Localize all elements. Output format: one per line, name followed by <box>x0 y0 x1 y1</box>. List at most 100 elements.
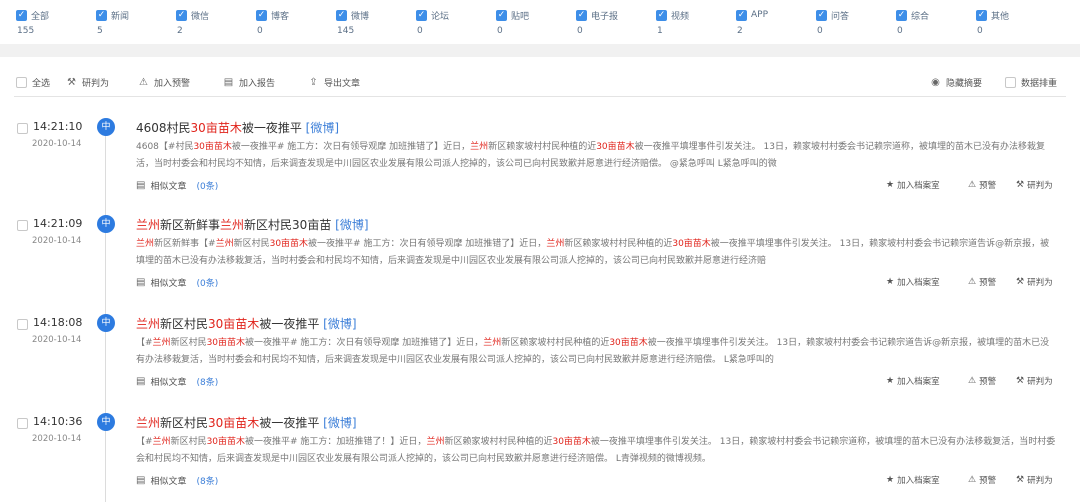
filter-e-paper[interactable]: ✓ 电子报 0 <box>576 8 654 40</box>
filter-label: 博客 <box>271 11 290 22</box>
hammer-icon: ⚒ <box>1016 376 1025 386</box>
summary-keyword: 兰州 <box>152 338 171 348</box>
warning-button[interactable]: ⚠ 预警 <box>968 474 996 486</box>
filter-weibo[interactable]: ✓ 微博 145 <box>336 8 414 40</box>
title-keyword: 30亩苗木 <box>208 416 260 430</box>
article-date: 2020-10-14 <box>32 335 82 345</box>
checked-icon[interactable]: ✓ <box>16 9 27 21</box>
add-archive-button[interactable]: ★ 加入档案室 <box>886 276 940 288</box>
add-archive-button[interactable]: ★ 加入档案室 <box>886 375 940 387</box>
filter-count: 2 <box>177 26 183 36</box>
filter-forum[interactable]: ✓ 论坛 0 <box>416 8 494 40</box>
filter-count: 145 <box>337 26 355 36</box>
similar-count: (8条) <box>196 378 219 388</box>
add-warning-button[interactable]: ⚠ 加入预警 <box>138 76 190 89</box>
judge-entry-label: 研判为 <box>1027 278 1053 288</box>
article-checkbox[interactable] <box>17 418 28 429</box>
summary-part: 【# <box>136 338 153 348</box>
similar-label: 相似文章 <box>150 378 187 388</box>
checked-icon[interactable]: ✓ <box>416 9 427 21</box>
summary-keyword: 30亩苗木 <box>672 239 711 249</box>
summary-part: 新区赖家坡村村民种植的近 <box>488 142 597 152</box>
warning-button[interactable]: ⚠ 预警 <box>968 276 996 288</box>
checked-icon[interactable]: ✓ <box>96 9 107 21</box>
article-time: 14:10:36 <box>33 415 83 428</box>
filter-label: 微信 <box>191 11 210 22</box>
title-keyword: 兰州 <box>220 218 245 232</box>
filter-count: 0 <box>977 26 983 36</box>
article-actions: ★ 加入档案室 ⚠ 预警 ⚒ 研判为 <box>886 276 1066 290</box>
add-archive-button[interactable]: ★ 加入档案室 <box>886 179 940 191</box>
similar-articles-link[interactable]: ▤ 相似文章 (0条) <box>136 179 218 192</box>
similar-articles-link[interactable]: ▤ 相似文章 (8条) <box>136 474 218 487</box>
judge-entry-button[interactable]: ⚒ 研判为 <box>1016 375 1053 387</box>
star-icon: ★ <box>886 277 895 287</box>
filter-other[interactable]: ✓ 其他 0 <box>976 8 1054 40</box>
filter-qa[interactable]: ✓ 问答 0 <box>816 8 894 40</box>
warning-button[interactable]: ⚠ 预警 <box>968 375 996 387</box>
select-all-checkbox[interactable] <box>16 77 27 88</box>
article-title[interactable]: 4608村民30亩苗木被一夜推平 [微博] <box>136 119 339 136</box>
checked-icon[interactable]: ✓ <box>736 9 747 21</box>
checked-icon[interactable]: ✓ <box>576 9 587 21</box>
hide-summary-toggle[interactable]: ◉ 隐藏摘要 <box>930 76 982 89</box>
add-warning-label: 加入预警 <box>154 79 191 89</box>
article-checkbox[interactable] <box>17 220 28 231</box>
summary-part: 被一夜推平# 施工方：次日有领导观摩 加班推错了】近日， <box>245 338 484 348</box>
alarm-icon: ⚠ <box>968 277 977 287</box>
article-checkbox[interactable] <box>17 123 28 134</box>
warning-button[interactable]: ⚠ 预警 <box>968 179 996 191</box>
article-checkbox[interactable] <box>17 319 28 330</box>
article-title[interactable]: 兰州新区新鲜事兰州新区村民30亩苗 [微博] <box>136 216 369 233</box>
data-sort-checkbox[interactable] <box>1005 77 1016 88</box>
checked-icon[interactable]: ✓ <box>256 9 267 21</box>
filter-all[interactable]: ✓ 全部 155 <box>16 8 94 40</box>
similar-count: (0条) <box>196 182 219 192</box>
title-keyword: 30亩苗木 <box>190 121 242 135</box>
add-report-button[interactable]: ▤ 加入报告 <box>223 76 275 89</box>
summary-part: 新区赖家坡村村民种植的近 <box>564 239 673 249</box>
filter-general[interactable]: ✓ 综合 0 <box>896 8 974 40</box>
article-title[interactable]: 兰州新区村民30亩苗木被一夜推平 [微博] <box>136 414 357 431</box>
judge-entry-button[interactable]: ⚒ 研判为 <box>1016 276 1053 288</box>
add-archive-button[interactable]: ★ 加入档案室 <box>886 474 940 486</box>
add-archive-label: 加入档案室 <box>897 181 940 191</box>
checked-icon[interactable]: ✓ <box>816 9 827 21</box>
similar-count: (0条) <box>196 279 219 289</box>
judge-button[interactable]: ⚒ 研判为 <box>66 76 109 89</box>
judge-entry-button[interactable]: ⚒ 研判为 <box>1016 179 1053 191</box>
filter-tieba[interactable]: ✓ 贴吧 0 <box>496 8 574 40</box>
judge-entry-button[interactable]: ⚒ 研判为 <box>1016 474 1053 486</box>
checked-icon[interactable]: ✓ <box>976 9 987 21</box>
filter-label: 微博 <box>351 11 370 22</box>
section-divider <box>0 44 1080 57</box>
data-sort-toggle[interactable]: 数据排重 <box>1005 76 1057 89</box>
checked-icon[interactable]: ✓ <box>176 9 187 21</box>
summary-part: 新区村民 <box>233 239 270 249</box>
filter-news[interactable]: ✓ 新闻 5 <box>96 8 174 40</box>
checked-icon[interactable]: ✓ <box>896 9 907 21</box>
checked-icon[interactable]: ✓ <box>336 9 347 21</box>
article-title[interactable]: 兰州新区村民30亩苗木被一夜推平 [微博] <box>136 315 357 332</box>
summary-part: 新区赖家坡村村民种植的近 <box>501 338 610 348</box>
summary-part: 被一夜推平# 施工方：加班推错了！】近日， <box>245 437 427 447</box>
article-date: 2020-10-14 <box>32 236 82 246</box>
alarm-icon: ⚠ <box>139 77 148 88</box>
filter-app[interactable]: ✓ APP 2 <box>736 8 814 40</box>
similar-articles-link[interactable]: ▤ 相似文章 (8条) <box>136 375 218 388</box>
summary-part: 【# <box>136 437 153 447</box>
filter-label: 其他 <box>991 11 1010 22</box>
checked-icon[interactable]: ✓ <box>496 9 507 21</box>
similar-articles-link[interactable]: ▤ 相似文章 (0条) <box>136 276 218 289</box>
summary-keyword: 30亩苗木 <box>552 437 591 447</box>
article-time: 14:18:08 <box>33 316 83 329</box>
article-summary: 【#兰州新区村民30亩苗木被一夜推平# 施工方：次日有领导观摩 加班推错了】近日… <box>136 335 1058 369</box>
select-all[interactable]: 全选 <box>16 76 50 89</box>
filter-wechat[interactable]: ✓ 微信 2 <box>176 8 254 40</box>
sentiment-badge: 中 <box>97 413 115 431</box>
export-button[interactable]: ⇪ 导出文章 <box>308 76 360 89</box>
filter-label: 贴吧 <box>511 11 530 22</box>
filter-blog[interactable]: ✓ 博客 0 <box>256 8 334 40</box>
checked-icon[interactable]: ✓ <box>656 9 667 21</box>
filter-video[interactable]: ✓ 视频 1 <box>656 8 734 40</box>
